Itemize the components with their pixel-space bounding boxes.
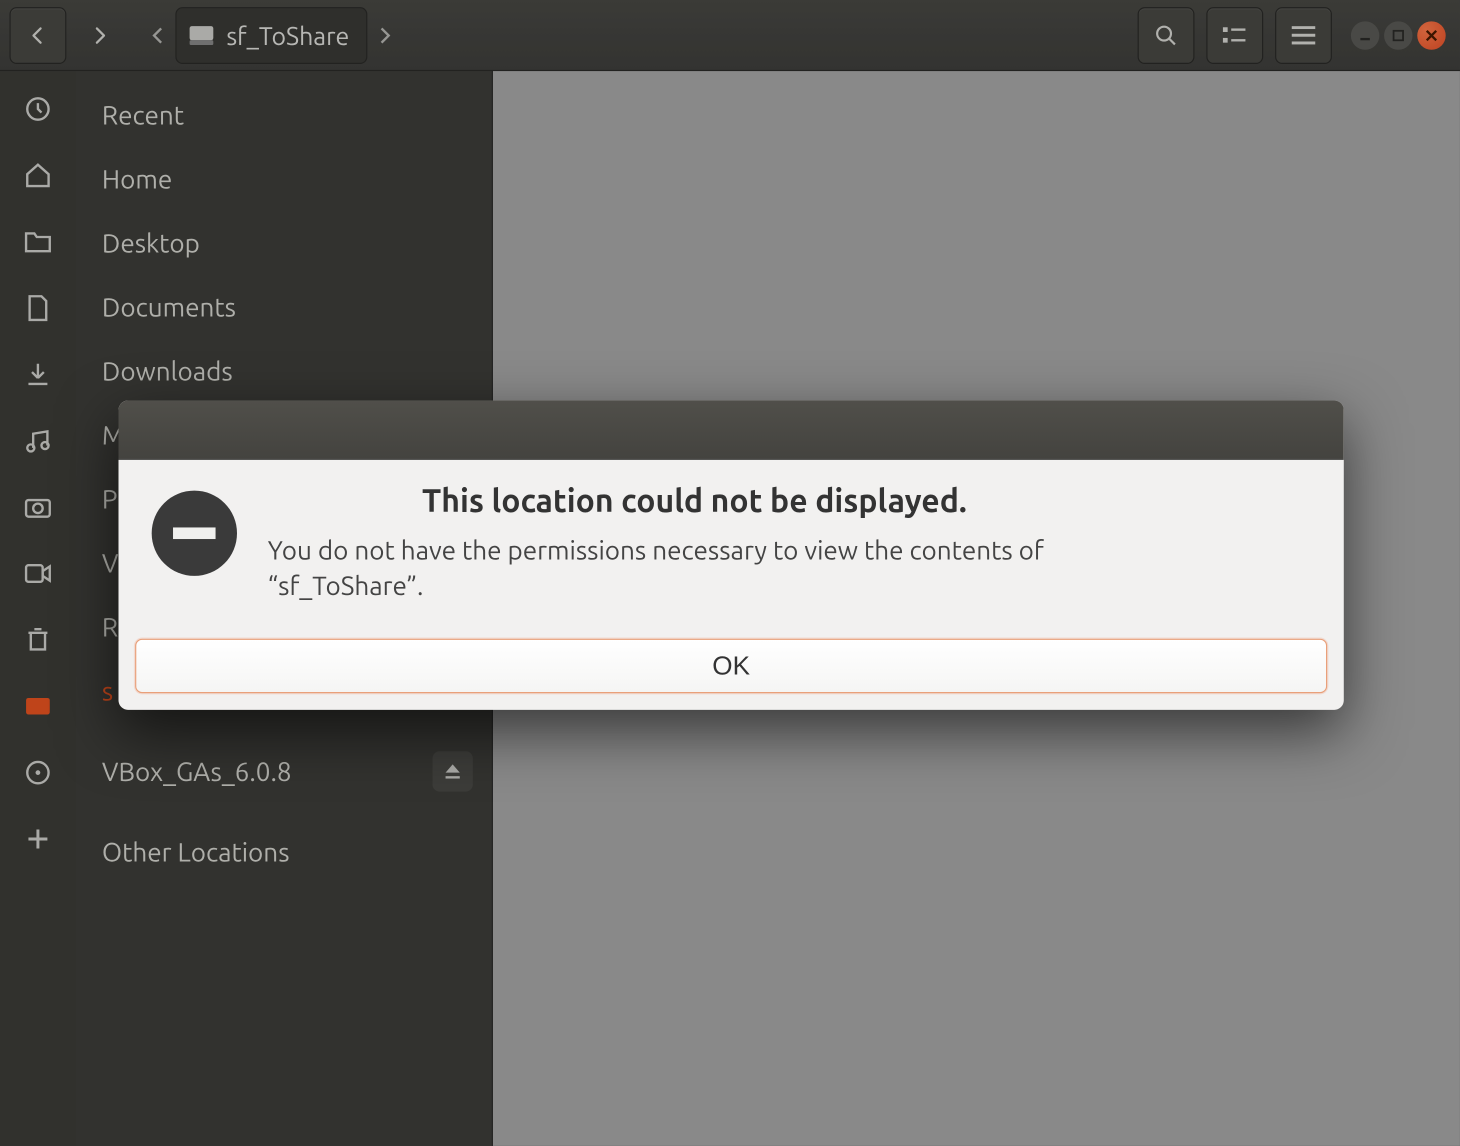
error-icon [152, 491, 237, 576]
ok-button[interactable]: OK [135, 639, 1327, 694]
dialog-message: You do not have the permissions necessar… [268, 533, 1121, 603]
dialog-titlebar[interactable] [118, 401, 1343, 460]
error-dialog: This location could not be displayed. Yo… [118, 401, 1343, 711]
dialog-title: This location could not be displayed. [268, 483, 1121, 519]
